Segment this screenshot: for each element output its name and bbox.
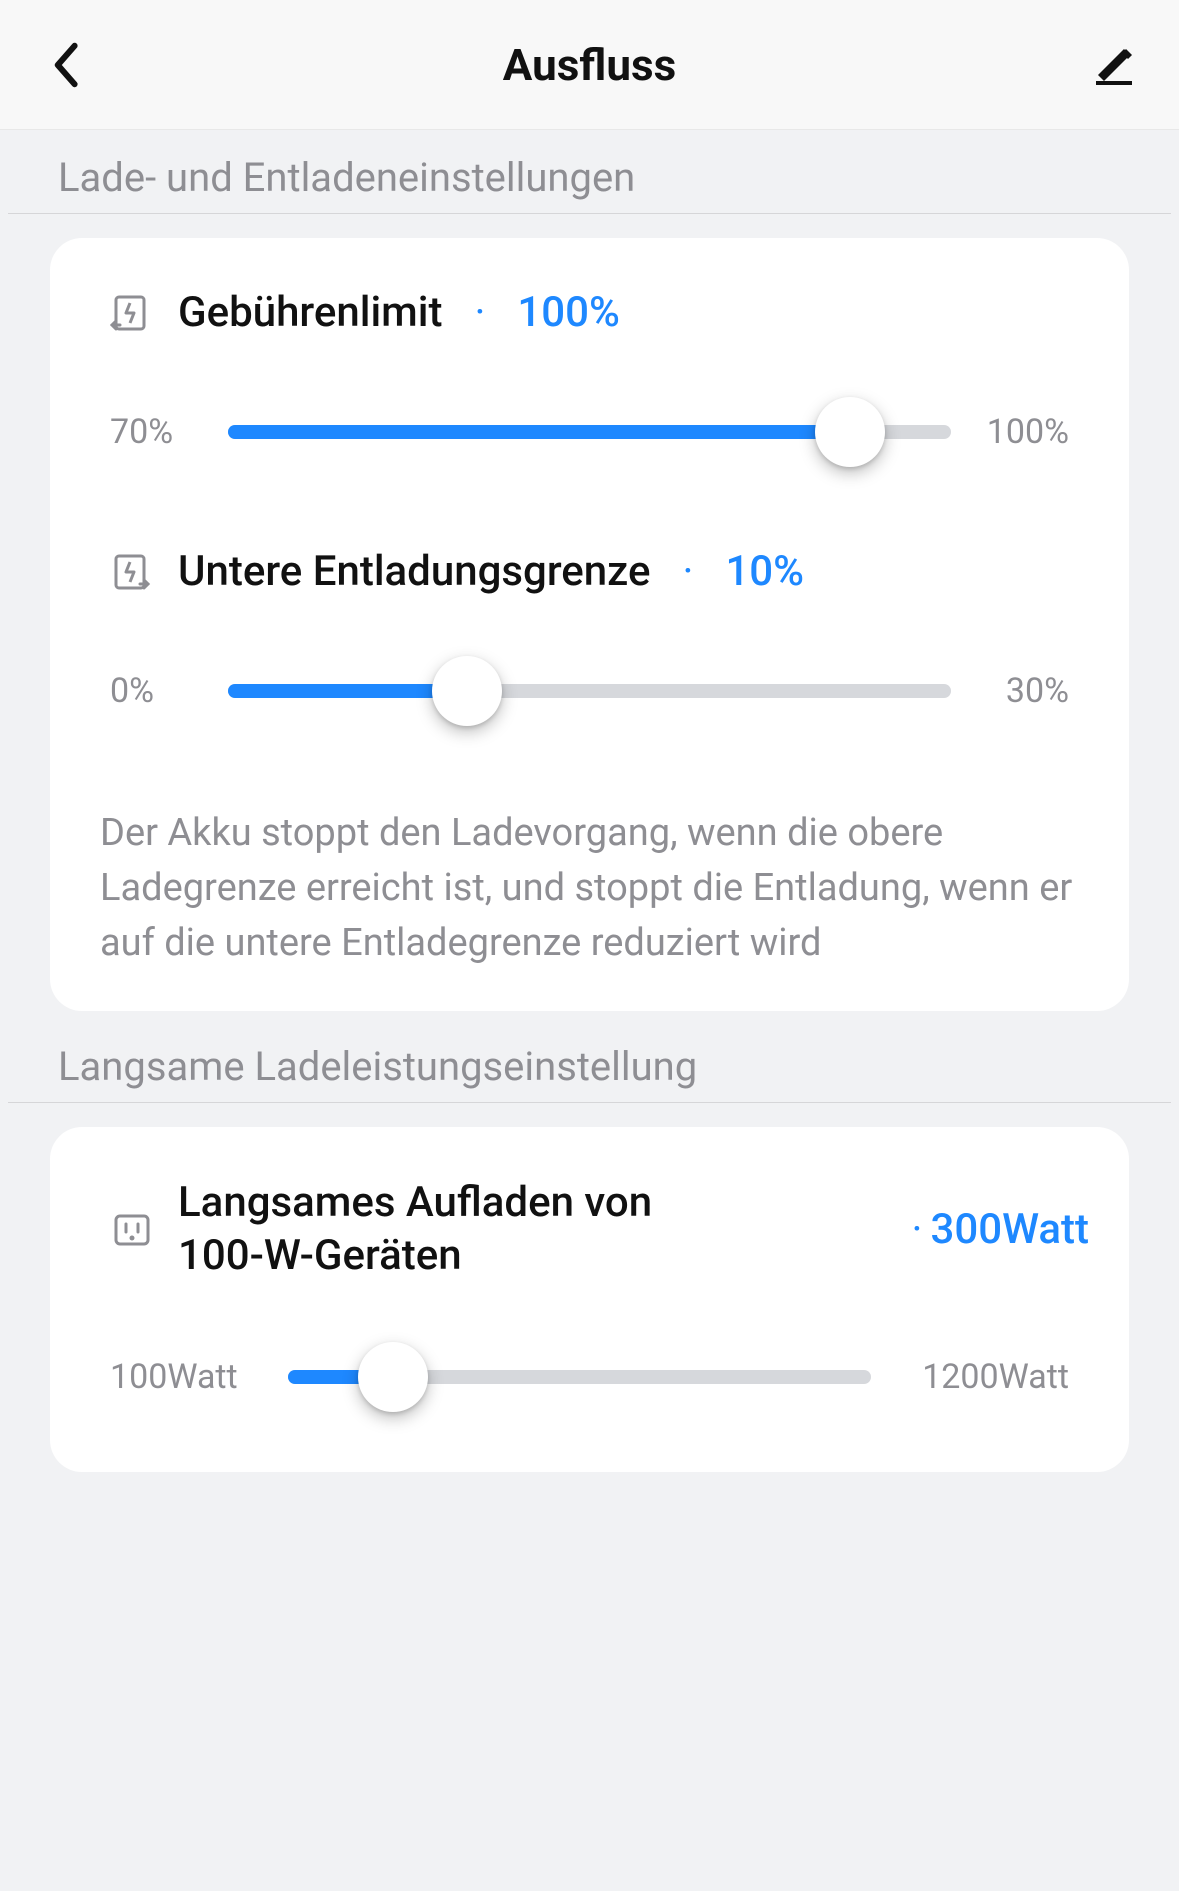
edit-button[interactable] (1089, 40, 1139, 90)
slider-thumb[interactable] (358, 1342, 428, 1412)
charge-limit-slider-wrap: 70% 100% (90, 397, 1089, 467)
discharge-limit-slider-wrap: 0% 30% (90, 656, 1089, 726)
slow-charge-min: 100Watt (110, 1357, 260, 1397)
battery-charge-in-icon (110, 291, 154, 335)
discharge-limit-value: 10% (725, 547, 804, 596)
section-heading-slow-charge: Langsame Ladeleistungseinstellung (8, 1019, 1171, 1103)
discharge-limit-row: Untere Entladungsgrenze · 10% (90, 547, 1089, 596)
slider-fill (228, 425, 850, 439)
charge-discharge-description: Der Akku stoppt den Ladevorgang, wenn di… (90, 806, 1089, 971)
back-button[interactable] (40, 40, 90, 90)
chevron-left-icon (50, 41, 80, 89)
discharge-limit-label: Untere Entladungsgrenze (178, 547, 650, 596)
header: Ausfluss (0, 0, 1179, 130)
discharge-limit-max: 30% (979, 671, 1069, 711)
slow-charge-label: Langsames Aufladen von 100-W-Geräten (178, 1177, 658, 1282)
charge-limit-slider[interactable] (228, 397, 951, 467)
separator-dot: · (682, 547, 693, 596)
slow-charge-slider[interactable] (288, 1342, 871, 1412)
slow-charge-max: 1200Watt (899, 1357, 1069, 1397)
charge-limit-min: 70% (110, 412, 200, 452)
battery-charge-out-icon (110, 550, 154, 594)
charge-limit-row: Gebührenlimit · 100% (90, 288, 1089, 337)
slider-thumb[interactable] (432, 656, 502, 726)
section-heading-charge-discharge: Lade- und Entladeneinstellungen (8, 130, 1171, 214)
slow-charge-row: Langsames Aufladen von 100-W-Geräten · 3… (90, 1177, 1089, 1282)
pencil-icon (1092, 43, 1136, 87)
discharge-limit-min: 0% (110, 671, 200, 711)
charge-discharge-card: Gebührenlimit · 100% 70% 100% Untere Ent… (50, 238, 1129, 1011)
charge-limit-max: 100% (979, 412, 1069, 452)
outlet-icon (110, 1208, 154, 1252)
separator-dot: · (911, 1205, 922, 1254)
charge-limit-value: 100% (517, 288, 620, 337)
slow-charge-value: 300Watt (930, 1205, 1089, 1254)
slow-charge-card: Langsames Aufladen von 100-W-Geräten · 3… (50, 1127, 1129, 1472)
slider-thumb[interactable] (815, 397, 885, 467)
charge-limit-label: Gebührenlimit (178, 288, 442, 337)
slow-charge-slider-wrap: 100Watt 1200Watt (90, 1342, 1089, 1412)
page-title: Ausfluss (503, 39, 676, 91)
separator-dot: · (474, 288, 485, 337)
discharge-limit-slider[interactable] (228, 656, 951, 726)
